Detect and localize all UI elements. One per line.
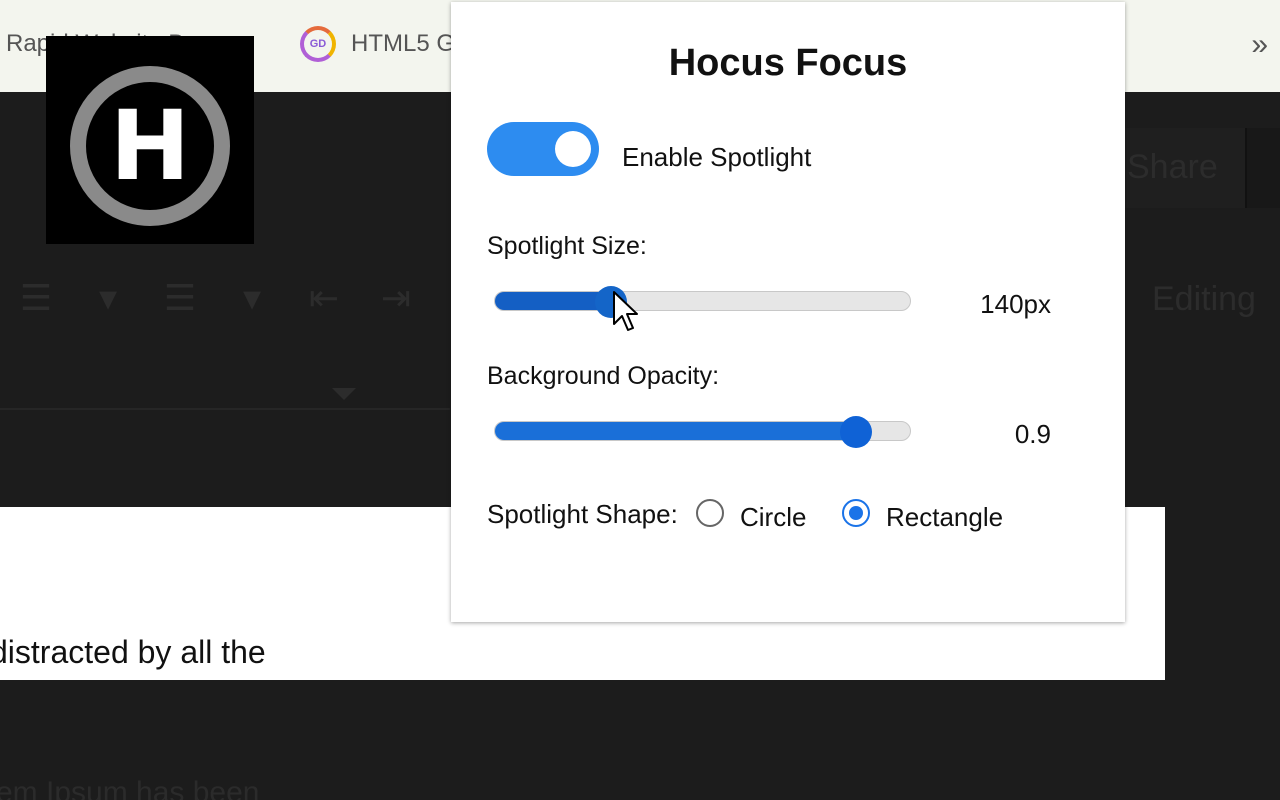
enable-spotlight-toggle[interactable] (487, 122, 599, 176)
toggle-knob (555, 131, 591, 167)
spotlight-size-slider[interactable] (494, 286, 911, 318)
share-button[interactable]: Share (1125, 128, 1245, 208)
channel-logo: H (46, 36, 254, 244)
screen: Rapid Website Be... GD HTML5 G » Share ☰… (0, 0, 1280, 800)
bookmark-label: HTML5 G (351, 30, 456, 57)
spotlight-shape-label: Spotlight Shape: (487, 499, 678, 529)
document-text: distracted by all the (0, 634, 266, 670)
extension-popup: Hocus Focus Enable Spotlight Spotlight S… (451, 2, 1125, 622)
increase-indent-icon[interactable]: ⇥ (374, 276, 418, 320)
shape-rectangle-label[interactable]: Rectangle (886, 502, 1003, 533)
bookmark-html5[interactable]: GD HTML5 G (300, 26, 455, 62)
chevron-down-icon[interactable]: ▾ (230, 276, 274, 320)
decrease-indent-icon[interactable]: ⇤ (302, 276, 346, 320)
shape-circle-label[interactable]: Circle (740, 502, 806, 533)
editing-mode-button[interactable]: Editing (1152, 280, 1256, 319)
slider-fill (495, 292, 612, 310)
divider (0, 408, 450, 410)
background-opacity-slider[interactable] (494, 416, 911, 448)
enable-spotlight-label: Enable Spotlight (622, 142, 812, 172)
shape-circle-radio[interactable] (696, 499, 724, 527)
background-opacity-value: 0.9 (1014, 419, 1051, 449)
numbered-list-icon[interactable]: ☰ (158, 276, 202, 320)
shape-rectangle-radio[interactable] (842, 499, 870, 527)
bookmarks-overflow-icon[interactable]: » (1251, 28, 1268, 62)
background-opacity-label: Background Opacity: (487, 362, 720, 390)
mouse-cursor-icon (613, 291, 638, 331)
caret-down-icon[interactable] (332, 388, 356, 400)
popup-title: Hocus Focus (668, 42, 908, 84)
slider-fill (495, 422, 857, 440)
spotlight-size-label: Spotlight Size: (487, 232, 647, 260)
editor-toolbar: ☰ ▾ ☰ ▾ ⇤ ⇥ ✕ (14, 276, 490, 320)
chevron-down-icon[interactable]: ▾ (86, 276, 130, 320)
share-dropdown-button[interactable] (1245, 128, 1280, 208)
slider-thumb[interactable] (840, 416, 873, 448)
gd-logo-icon: GD (300, 26, 336, 62)
bulleted-list-icon[interactable]: ☰ (14, 276, 58, 320)
document-text: em Ipsum has been (0, 776, 260, 800)
logo-letter: H (109, 90, 191, 202)
spotlight-size-value: 140px (980, 289, 1051, 319)
